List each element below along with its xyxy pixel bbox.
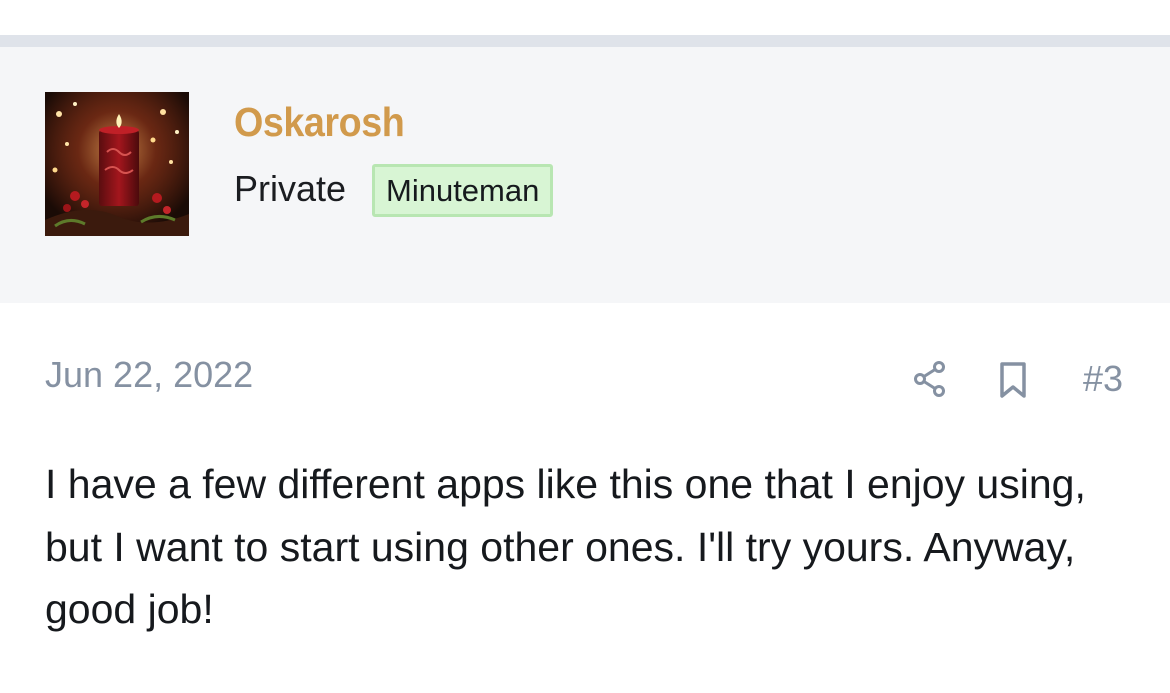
candle-avatar-image — [45, 92, 189, 236]
post-date[interactable]: Jun 22, 2022 — [45, 354, 253, 396]
username-link[interactable]: Oskarosh — [234, 98, 405, 146]
post-divider — [0, 35, 1170, 47]
share-icon[interactable] — [910, 358, 952, 400]
user-avatar[interactable] — [45, 92, 189, 236]
bookmark-icon[interactable] — [995, 360, 1031, 400]
top-spacer — [0, 0, 1170, 35]
user-title: Private — [234, 168, 347, 209]
rank-badge: Minuteman — [372, 164, 554, 217]
post-body-text: I have a few different apps like this on… — [45, 461, 1086, 632]
post-number-link[interactable]: #3 — [1083, 358, 1123, 400]
